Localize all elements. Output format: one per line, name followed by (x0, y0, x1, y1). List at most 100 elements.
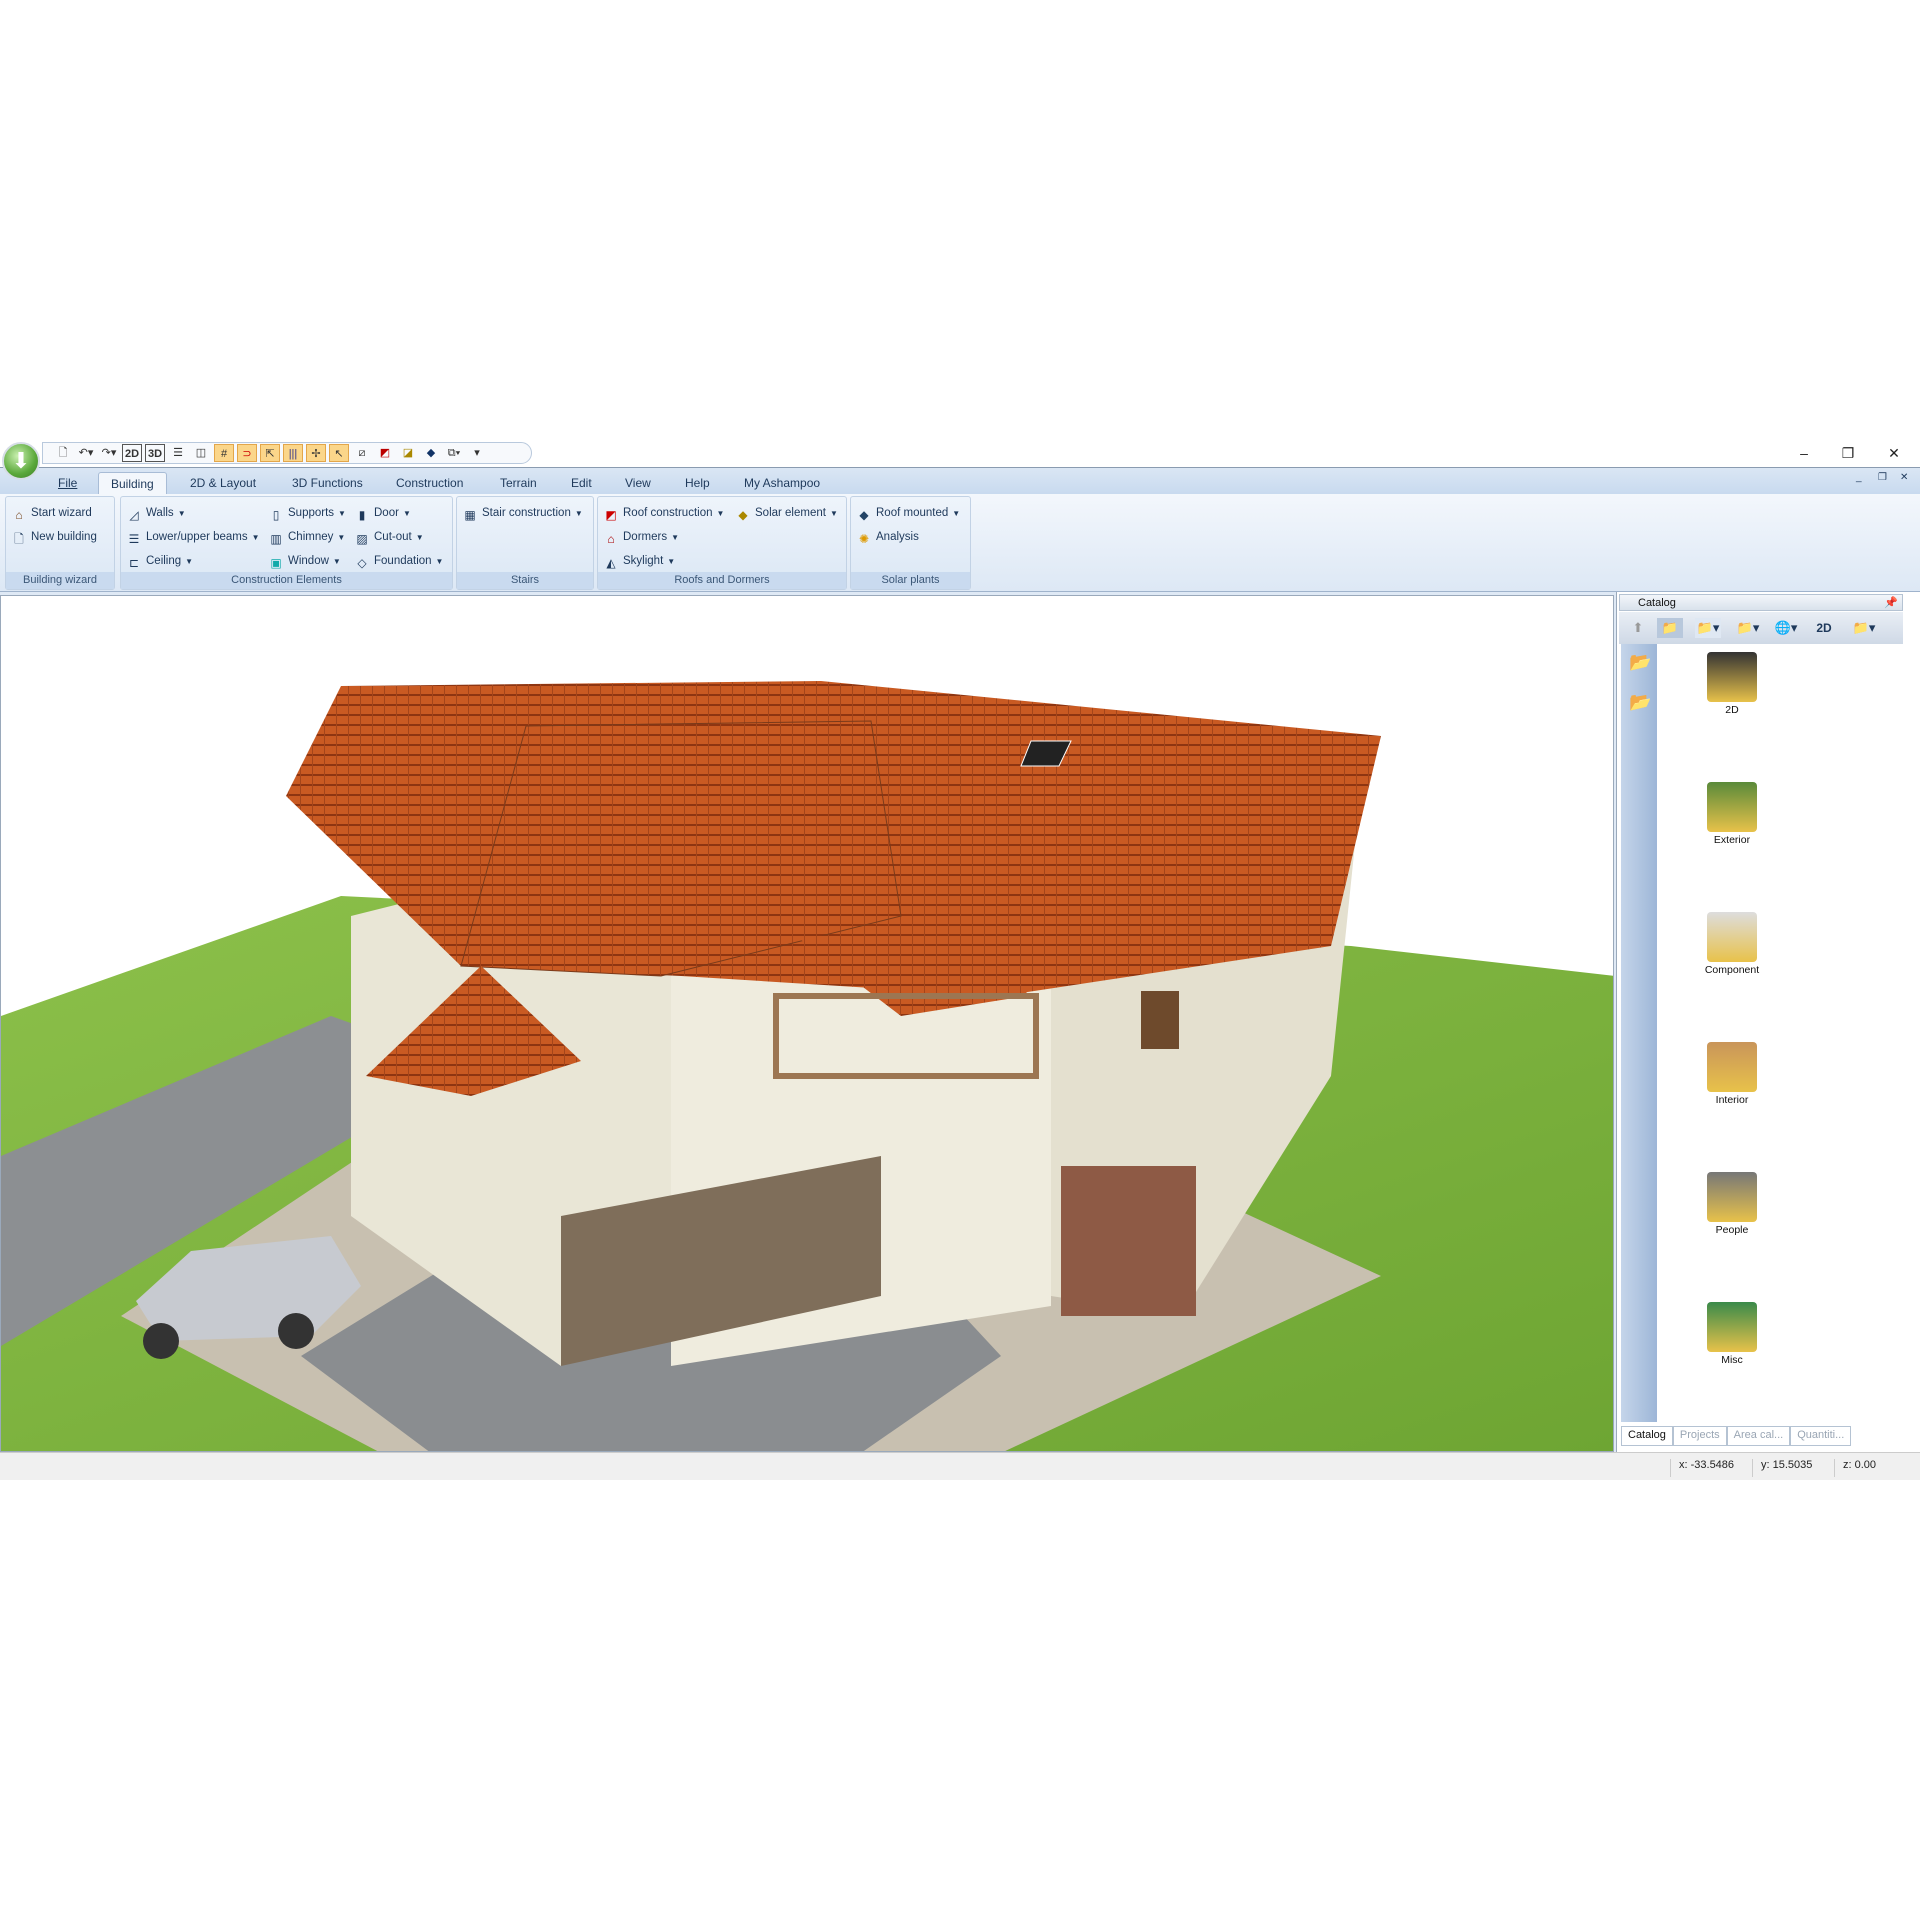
mdi-restore-button[interactable]: ❐ (1878, 472, 1887, 483)
2d-view-icon[interactable]: 2D (122, 444, 142, 462)
stair-construction-button[interactable]: ▦ Stair construction ▼ (463, 503, 582, 523)
vertical-split-icon[interactable]: ◫ (191, 444, 211, 462)
minimize-button[interactable]: – (1784, 442, 1824, 464)
2d-folder-icon[interactable]: 2D (1811, 618, 1837, 638)
solar-element-button[interactable]: ◆ Solar element ▼ (736, 503, 838, 523)
window-button[interactable]: ▣ Window ▼ (269, 551, 341, 571)
tab-view[interactable]: View (613, 472, 663, 495)
dormers-button[interactable]: ⌂ Dormers ▼ (604, 527, 679, 547)
roof-mounted-icon: ◆ (859, 508, 869, 522)
pin-icon[interactable]: 📌 (1884, 595, 1898, 612)
3d-house-render (1, 596, 1613, 1451)
restore-button[interactable]: ❐ (1828, 442, 1868, 464)
tab-2d-layout[interactable]: 2D & Layout (178, 472, 268, 495)
start-wizard-button[interactable]: ⌂ Start wizard (12, 503, 91, 523)
group-label: Stairs (457, 572, 593, 589)
skylight-button[interactable]: ◭ Skylight ▼ (604, 551, 675, 571)
horizontal-split-icon[interactable]: ☰ (168, 444, 188, 462)
label: People (1715, 1224, 1749, 1236)
mdi-minimize-button[interactable]: _ (1856, 472, 1862, 483)
up-folder-icon[interactable]: ⬆ (1625, 618, 1651, 638)
catalog-item-exterior[interactable]: Exterior (1687, 782, 1777, 846)
material-icon[interactable]: ◆ (421, 444, 441, 462)
application-menu-button[interactable]: ⬇ (2, 442, 40, 480)
cut-out-button[interactable]: ▨ Cut-out ▼ (355, 527, 423, 547)
close-button[interactable]: ✕ (1874, 442, 1914, 464)
label: Cut-out (374, 531, 412, 543)
ribbon: ⌂ Start wizard 🗋 New building Building wiz… (0, 494, 1920, 592)
supports-button[interactable]: ▯ Supports ▼ (269, 503, 346, 523)
analysis-button[interactable]: ✺ Analysis (857, 527, 919, 547)
window-folder-icon[interactable]: 📁 (1657, 618, 1683, 638)
x-coordinate: x: -33.5486 (1670, 1459, 1734, 1477)
tab-3d-functions[interactable]: 3D Functions (280, 472, 375, 495)
symbols-folder-icon[interactable]: 📂 (1629, 652, 1651, 673)
new-building-button[interactable]: 🗋 New building (12, 527, 97, 547)
tab-edit[interactable]: Edit (559, 472, 604, 495)
redo-icon[interactable]: ↷▾ (99, 444, 119, 462)
image-folder-icon[interactable]: 📁▾ (1735, 618, 1761, 638)
beams-button[interactable]: ☰ Lower/upper beams ▼ (127, 527, 260, 547)
column-icon[interactable]: ||| (283, 444, 303, 462)
catalog-title: Catalog (1638, 597, 1676, 609)
label: Component (1704, 964, 1760, 976)
catalog-header: Catalog 📌 (1619, 594, 1903, 611)
delete-element-icon[interactable]: ⧄ (352, 444, 372, 462)
label: Lower/upper beams (146, 531, 248, 543)
roof-construction-button[interactable]: ◩ Roof construction ▼ (604, 503, 724, 523)
group-construction-elements: ◿ Walls ▼ ☰ Lower/upper beams ▼ ⊏ Ceiling ▼ ▯ S… (120, 496, 453, 590)
3d-viewport[interactable] (0, 595, 1614, 1452)
catalog-item-misc[interactable]: Misc (1687, 1302, 1777, 1366)
tab-building[interactable]: Building (98, 472, 167, 495)
label: Walls (146, 507, 174, 519)
label: Roof construction (623, 507, 713, 519)
group-label: Construction Elements (121, 572, 452, 589)
label: Roof mounted (876, 507, 949, 519)
foundation-button[interactable]: ◇ Foundation ▼ (355, 551, 443, 571)
exterior-folder-icon (1707, 782, 1757, 832)
tab-catalog[interactable]: Catalog (1621, 1426, 1673, 1446)
snap-point-icon[interactable]: ✢ (306, 444, 326, 462)
catalog-item-component[interactable]: Component (1687, 912, 1777, 976)
pointer-icon[interactable]: ↖ (329, 444, 349, 462)
select-icon[interactable]: ⇱ (260, 444, 280, 462)
mdi-close-button[interactable]: ✕ (1900, 472, 1908, 483)
label: Chimney (288, 531, 334, 543)
shapes-folder-icon[interactable]: 📁▾ (1695, 618, 1721, 638)
roof-icon: ◩ (605, 508, 617, 522)
stairs-icon[interactable]: ◪ (398, 444, 418, 462)
globe-folder-icon[interactable]: 🌐▾ (1773, 618, 1799, 638)
group-label: Solar plants (851, 572, 970, 589)
magnet-snap-icon[interactable]: ⊃ (237, 444, 257, 462)
ceiling-button[interactable]: ⊏ Ceiling ▼ (127, 551, 193, 571)
tab-help[interactable]: Help (673, 472, 722, 495)
tab-area-calculation[interactable]: Area cal... (1726, 1426, 1791, 1446)
label: Analysis (876, 531, 919, 543)
folder-icon[interactable]: 📂 (1629, 692, 1651, 713)
catalog-side-strip: 📂 📂 (1621, 644, 1657, 1422)
walls-button[interactable]: ◿ Walls ▼ (127, 503, 185, 523)
tab-quantities[interactable]: Quantiti... (1790, 1426, 1852, 1446)
door-button[interactable]: ▮ Door ▼ (355, 503, 411, 523)
grid-icon[interactable]: # (214, 444, 234, 462)
3d-view-icon[interactable]: 3D (145, 444, 165, 462)
tab-terrain[interactable]: Terrain (488, 472, 549, 495)
undo-icon[interactable]: ↶▾ (76, 444, 96, 462)
new-document-icon[interactable]: 🗋 (53, 444, 73, 462)
roof-icon[interactable]: ◩ (375, 444, 395, 462)
tab-projects[interactable]: Projects (1672, 1426, 1727, 1446)
tab-construction[interactable]: Construction (384, 472, 475, 495)
chimney-button[interactable]: ▥ Chimney ▼ (269, 527, 345, 547)
misc-folder-icon[interactable]: 📁▾ (1851, 618, 1877, 638)
tab-my-ashampoo[interactable]: My Ashampoo (732, 472, 832, 495)
door-icon: ▮ (358, 508, 366, 522)
customize-toolbar-icon[interactable]: ▾ (467, 444, 487, 462)
label: Window (288, 555, 329, 567)
skylight-icon: ◭ (606, 556, 616, 570)
tab-file[interactable]: File (46, 472, 89, 495)
roof-mounted-button[interactable]: ◆ Roof mounted ▼ (857, 503, 960, 523)
copy-icon[interactable]: ⧉▾ (444, 444, 464, 462)
catalog-item-people[interactable]: People (1687, 1172, 1777, 1236)
catalog-item-2d[interactable]: 2D (1687, 652, 1777, 716)
catalog-item-interior[interactable]: Interior (1687, 1042, 1777, 1106)
